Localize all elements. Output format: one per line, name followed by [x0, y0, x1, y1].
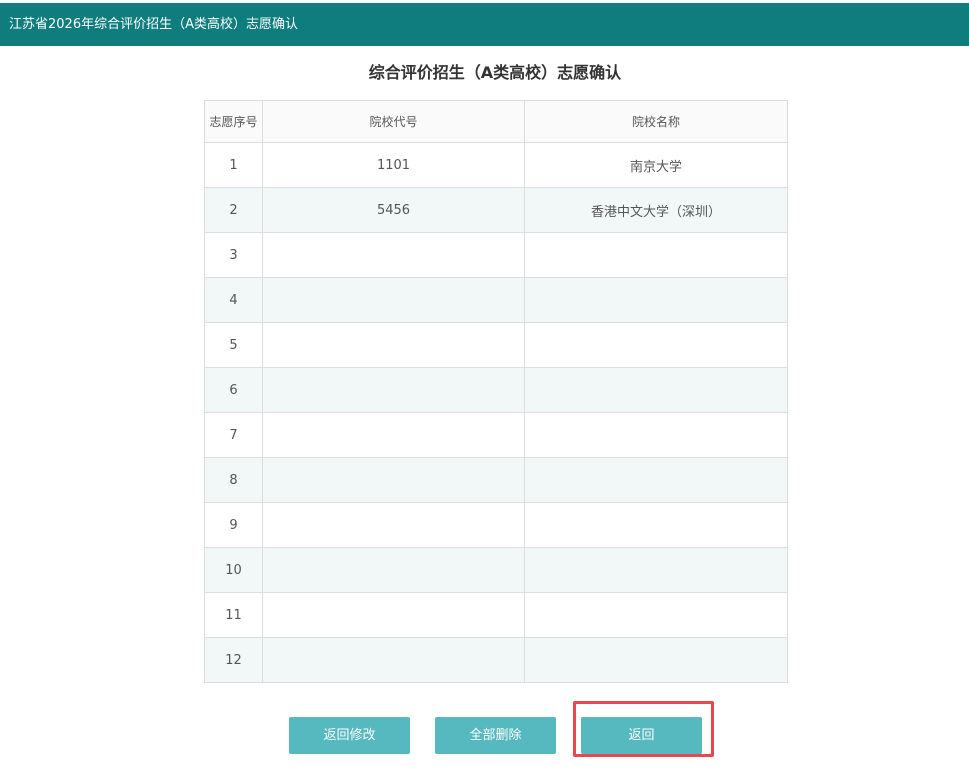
cell-seq: 1 [204, 142, 263, 188]
table-row: 2 5456 香港中文大学（深圳） [204, 187, 788, 233]
cell-code: 1101 [262, 142, 525, 188]
cell-seq: 2 [204, 187, 263, 233]
cell-code [262, 637, 525, 683]
table-row: 12 [204, 637, 788, 683]
cell-name [524, 457, 788, 503]
table-row: 1 1101 南京大学 [204, 142, 788, 188]
table-row: 6 [204, 367, 788, 413]
cell-name [524, 547, 788, 593]
cell-name [524, 412, 788, 458]
table-row: 5 [204, 322, 788, 368]
cell-name: 南京大学 [524, 142, 788, 188]
table-row: 10 [204, 547, 788, 593]
table-row: 11 [204, 592, 788, 638]
cell-code: 5456 [262, 187, 525, 233]
table-body: 1 1101 南京大学 2 5456 香港中文大学（深圳） 3 4 5 6 7 … [204, 142, 788, 683]
cell-name [524, 277, 788, 323]
cell-code [262, 412, 525, 458]
column-header-code: 院校代号 [262, 100, 525, 143]
column-header-name: 院校名称 [524, 100, 788, 143]
back-button[interactable]: 返回 [581, 717, 702, 754]
cell-code [262, 232, 525, 278]
table-row: 9 [204, 502, 788, 548]
cell-name [524, 367, 788, 413]
cell-seq: 9 [204, 502, 263, 548]
cell-code [262, 592, 525, 638]
page-title: 综合评价招生（A类高校）志愿确认 [368, 63, 622, 82]
cell-name [524, 592, 788, 638]
cell-code [262, 322, 525, 368]
cell-name [524, 637, 788, 683]
cell-code [262, 457, 525, 503]
cell-seq: 10 [204, 547, 263, 593]
table-row: 3 [204, 232, 788, 278]
column-header-seq: 志愿序号 [204, 100, 263, 143]
cell-seq: 3 [204, 232, 263, 278]
cell-seq: 4 [204, 277, 263, 323]
cell-seq: 8 [204, 457, 263, 503]
cell-name [524, 322, 788, 368]
table-row: 4 [204, 277, 788, 323]
table-header: 志愿序号 院校代号 院校名称 [204, 100, 788, 143]
header-title: 江苏省2026年综合评价招生（A类高校）志愿确认 [9, 17, 298, 32]
top-header-bar: 江苏省2026年综合评价招生（A类高校）志愿确认 [0, 3, 969, 46]
cell-code [262, 367, 525, 413]
table-row: 8 [204, 457, 788, 503]
cell-code [262, 547, 525, 593]
table-row: 7 [204, 412, 788, 458]
cell-name [524, 502, 788, 548]
cell-seq: 12 [204, 637, 263, 683]
table-header-row: 志愿序号 院校代号 院校名称 [204, 100, 788, 143]
cell-seq: 5 [204, 322, 263, 368]
choices-table: 志愿序号 院校代号 院校名称 1 1101 南京大学 2 5456 香港中文大学… [204, 100, 788, 683]
delete-all-button[interactable]: 全部删除 [435, 717, 556, 754]
cell-code [262, 277, 525, 323]
cell-name [524, 232, 788, 278]
cell-seq: 11 [204, 592, 263, 638]
cell-name: 香港中文大学（深圳） [524, 187, 788, 233]
cell-seq: 7 [204, 412, 263, 458]
cell-seq: 6 [204, 367, 263, 413]
cell-code [262, 502, 525, 548]
back-to-modify-button[interactable]: 返回修改 [289, 717, 410, 754]
